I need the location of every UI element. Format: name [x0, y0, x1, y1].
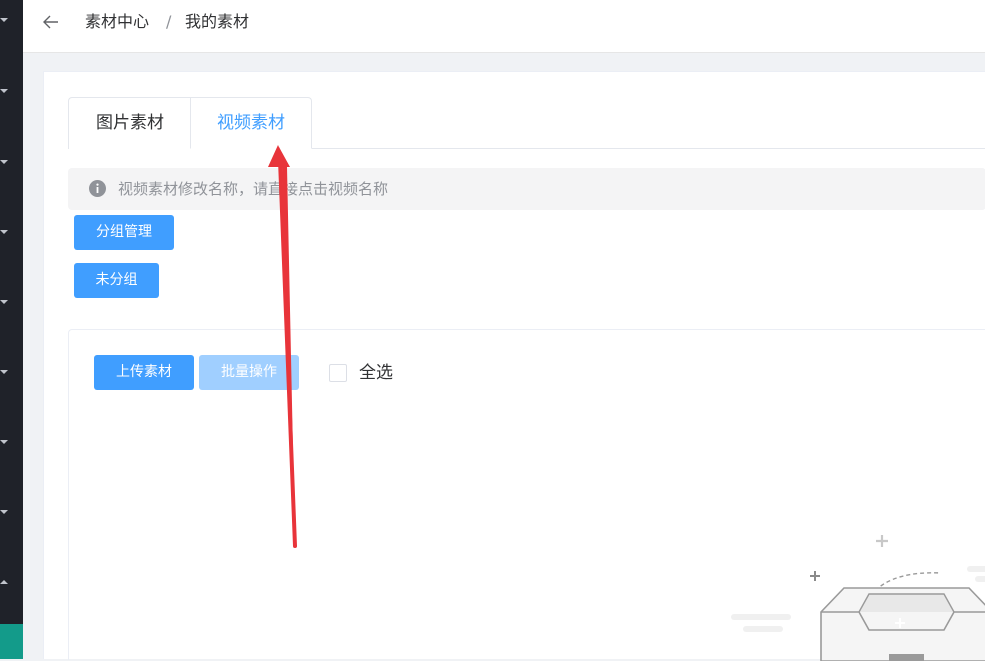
breadcrumb-current: 我的素材	[185, 12, 250, 31]
arrow-left-icon[interactable]	[41, 12, 61, 32]
sidebar-chevron-down-icon[interactable]	[0, 230, 8, 234]
alert-text: 视频素材修改名称，请直接点击视频名称	[118, 180, 389, 198]
sidebar-chevron-down-icon[interactable]	[0, 89, 8, 93]
sidebar-chevron-up-icon[interactable]	[0, 580, 8, 584]
upload-material-button[interactable]: 上传素材	[94, 355, 194, 390]
sidebar-chevron-down-icon[interactable]	[0, 160, 8, 164]
tab-video-material[interactable]: 视频素材	[190, 97, 312, 149]
group-manage-button[interactable]: 分组管理	[74, 215, 174, 250]
sidebar-chevron-down-icon[interactable]	[0, 18, 8, 22]
tab-image-material[interactable]: 图片素材	[68, 97, 191, 149]
material-tabs: 图片素材 视频素材	[68, 97, 985, 149]
select-all-label[interactable]: 全选	[359, 361, 393, 385]
empty-box-illustration	[731, 535, 985, 661]
sidebar-active-item[interactable]	[0, 624, 23, 659]
select-all-checkbox[interactable]	[329, 364, 347, 382]
sidebar-chevron-down-icon[interactable]	[0, 440, 8, 444]
info-circle-icon	[89, 180, 106, 197]
sidebar-chevron-down-icon[interactable]	[0, 510, 8, 514]
material-panel: 上传素材 批量操作 全选	[68, 329, 985, 661]
main-card: 图片素材 视频素材 视频素材修改名称，请直接点击视频名称 分组管理 未分组 上传…	[43, 71, 985, 661]
breadcrumb-root[interactable]: 素材中心	[85, 12, 149, 32]
sidebar	[0, 0, 23, 659]
batch-operation-button[interactable]: 批量操作	[199, 355, 299, 390]
info-alert: 视频素材修改名称，请直接点击视频名称	[68, 168, 985, 210]
page-header: 素材中心 / 我的素材	[23, 0, 985, 53]
breadcrumb-separator: /	[166, 12, 172, 31]
sidebar-chevron-down-icon[interactable]	[0, 370, 8, 374]
sidebar-chevron-down-icon[interactable]	[0, 300, 8, 304]
ungrouped-button[interactable]: 未分组	[74, 263, 159, 298]
